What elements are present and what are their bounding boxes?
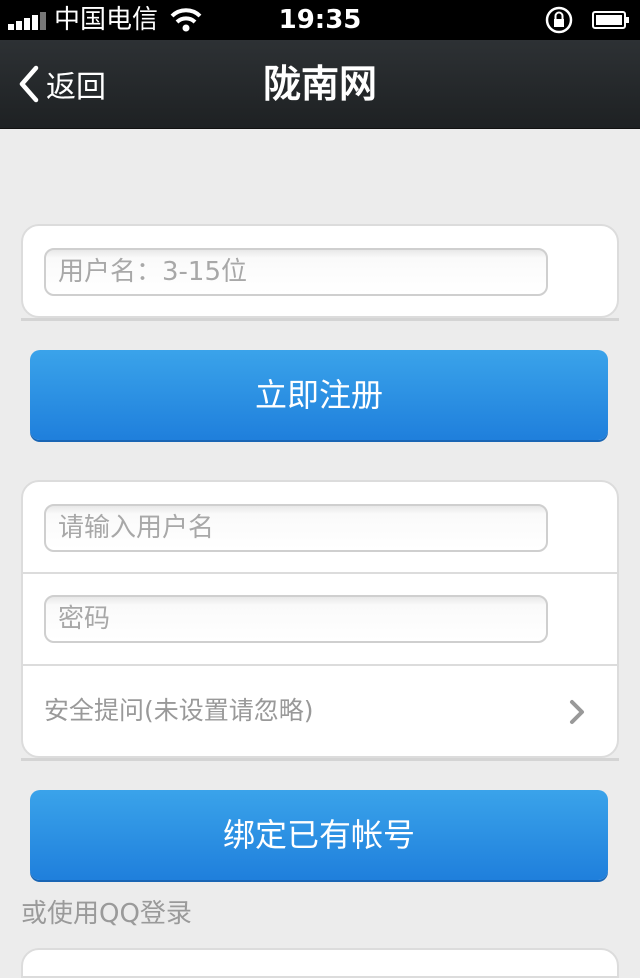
row-divider	[23, 572, 617, 574]
register-button[interactable]: 立即注册	[30, 350, 608, 440]
card-divider	[21, 318, 619, 321]
register-form-card	[21, 224, 619, 318]
password-input[interactable]	[44, 595, 548, 643]
qq-login-card	[21, 948, 619, 978]
security-question-row[interactable]: 安全提问(未设置请忽略)	[23, 666, 617, 756]
battery-icon	[592, 11, 629, 29]
navigation-bar: 返回 陇南网	[0, 40, 640, 129]
bind-username-input[interactable]	[44, 504, 548, 552]
bind-account-form-card: 安全提问(未设置请忽略)	[21, 480, 619, 758]
card-divider	[21, 758, 619, 761]
bind-account-button[interactable]: 绑定已有帐号	[30, 790, 608, 880]
qq-login-label: 或使用QQ登录	[21, 899, 192, 929]
status-bar: 中国电信 19:35	[0, 0, 640, 40]
register-username-input[interactable]	[44, 248, 548, 296]
chevron-right-icon	[570, 700, 584, 724]
orientation-lock-icon	[545, 6, 573, 34]
page-title: 陇南网	[262, 62, 377, 106]
security-question-label: 安全提问(未设置请忽略)	[44, 696, 314, 725]
